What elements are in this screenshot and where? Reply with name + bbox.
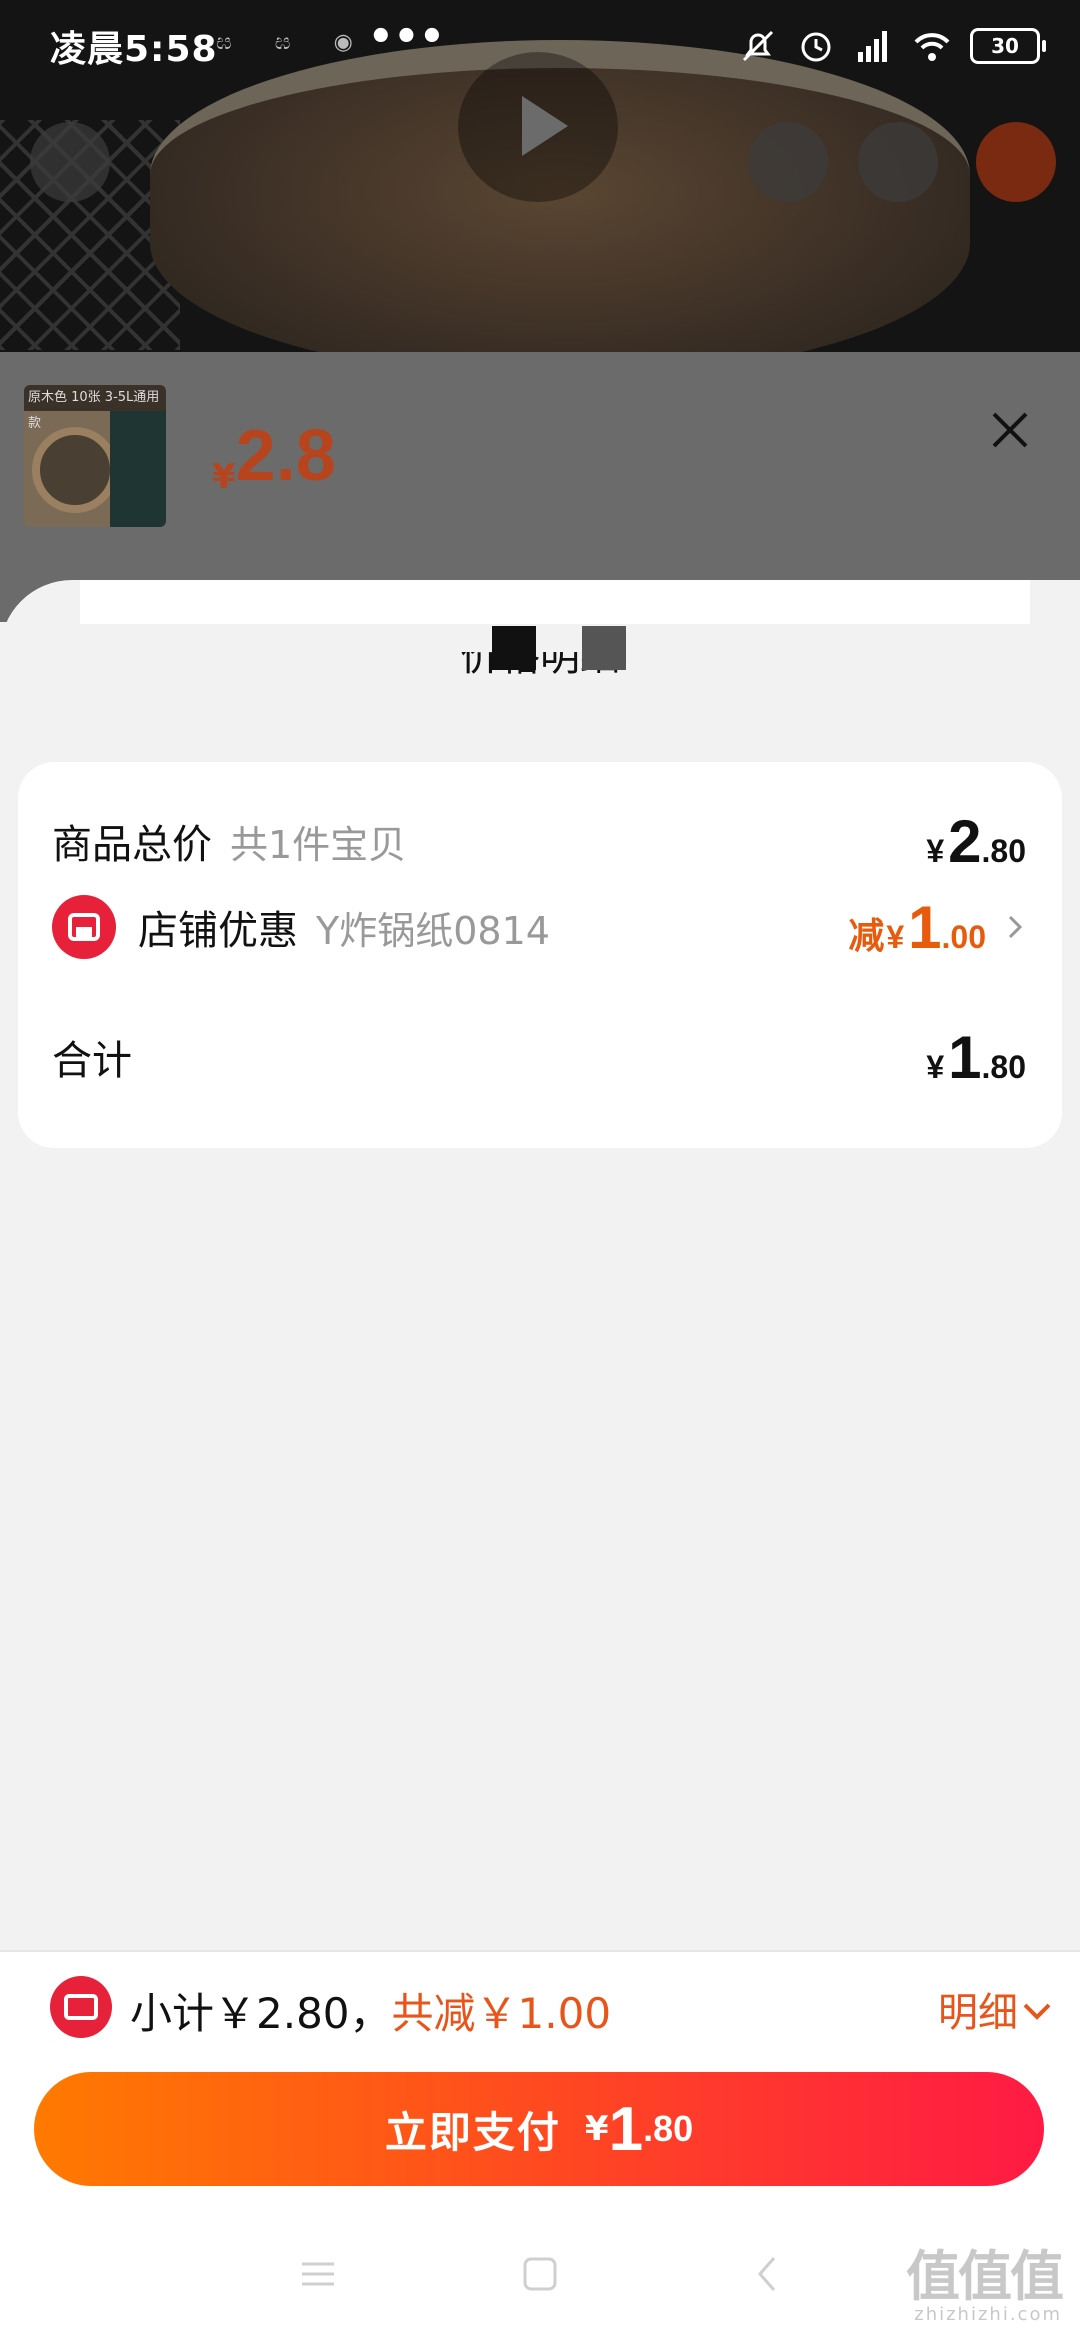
chevron-right-icon[interactable] — [1002, 914, 1028, 940]
signal-icon — [858, 31, 887, 62]
background-share-button — [748, 122, 828, 202]
back-nav-icon[interactable] — [748, 2254, 788, 2294]
thumbnail-caption: 原木色 10张 3-5L通用款 — [24, 385, 166, 431]
amount-dec: .80 — [981, 1048, 1026, 1085]
amount-dec: .00 — [941, 918, 986, 955]
shop-icon — [52, 895, 116, 959]
pay-amount-int: 1 — [608, 2094, 644, 2164]
row-amount: 减 ¥1.00 — [848, 893, 986, 962]
row-sub: Y炸锅纸0814 — [316, 908, 550, 953]
battery-indicator: 30 — [970, 28, 1046, 64]
amount-int: 1 — [908, 893, 942, 961]
mute-bell-icon — [742, 30, 774, 62]
amount-currency: ¥ — [886, 918, 905, 955]
pay-amount-dec: .80 — [643, 2108, 694, 2149]
background-cart-button — [858, 122, 938, 202]
pay-now-button[interactable]: 立即支付 ¥1.80 — [34, 2072, 1044, 2186]
row-label: 店铺优惠 — [138, 908, 298, 954]
close-icon[interactable] — [988, 408, 1032, 452]
status-time: 凌晨5:58 — [50, 29, 218, 70]
alarm-icon — [801, 32, 831, 62]
discount-total-text: 共减￥1.00 — [391, 1989, 612, 2038]
status-bar: 凌晨5:58 ඝ ඝ ◉ ••• 30 — [0, 0, 1080, 92]
wifi-icon — [914, 33, 950, 61]
amount-int: 1 — [948, 1023, 982, 1091]
background-menu-button — [976, 122, 1056, 202]
redaction-block — [492, 626, 536, 670]
row-sub: 共1件宝贝 — [230, 822, 407, 867]
detail-toggle[interactable]: 明细 — [938, 1980, 1018, 2038]
sheet-header-strip — [80, 580, 1030, 624]
chevron-down-icon[interactable] — [1022, 1996, 1052, 2026]
sheet-title: 价格明细 — [0, 652, 1080, 698]
background-back-button — [30, 122, 110, 202]
sku-price-currency: ¥ — [212, 457, 236, 497]
redaction-block — [582, 626, 626, 670]
row-amount: ¥1.80 — [926, 1023, 1026, 1092]
amount-currency: ¥ — [926, 832, 945, 869]
status-more-dots: ••• — [368, 14, 445, 60]
discount-prefix: 减 — [848, 914, 885, 956]
subtotal-summary: 小计￥2.80，共减￥1.00 — [130, 1980, 611, 2041]
watermark: 值值值 zhizhizhi.com — [906, 2245, 1064, 2326]
price-card: 商品总价 共1件宝贝 ¥2.80 店铺优惠 Y炸锅纸0814 减 ¥1.00 合计… — [18, 762, 1062, 1148]
thumbnail-package — [110, 411, 166, 527]
watermark-cn: 值值值 — [906, 2245, 1064, 2308]
amount-dec: .80 — [981, 832, 1026, 869]
status-notification-icons: ඝ ඝ ◉ — [216, 30, 371, 55]
row-shop-discount[interactable]: 店铺优惠 Y炸锅纸0814 减 ¥1.00 — [18, 872, 1062, 982]
sku-price: ¥2.8 — [212, 415, 336, 497]
home-nav-icon[interactable] — [520, 2254, 560, 2294]
row-label: 商品总价 — [52, 822, 212, 868]
amount-currency: ¥ — [926, 1048, 945, 1085]
row-label: 合计 — [52, 1038, 132, 1084]
sku-price-value: 2.8 — [235, 416, 336, 496]
coupon-icon — [50, 1976, 112, 2038]
pay-now-label: 立即支付 — [384, 2107, 561, 2157]
amount-int: 2 — [948, 807, 982, 875]
status-icons-group: 30 — [738, 24, 1046, 68]
product-thumbnail[interactable]: 原木色 10张 3-5L通用款 — [24, 385, 166, 527]
subtotal-text: 小计￥2.80， — [130, 1989, 392, 2038]
pay-currency: ¥ — [584, 2109, 609, 2149]
row-total: 合计 ¥1.80 — [18, 1002, 1062, 1112]
row-amount: ¥2.80 — [926, 807, 1026, 876]
menu-nav-icon[interactable] — [298, 2254, 338, 2294]
thumbnail-paper-ring — [32, 427, 118, 513]
watermark-en: zhizhizhi.com — [914, 2304, 1062, 2325]
